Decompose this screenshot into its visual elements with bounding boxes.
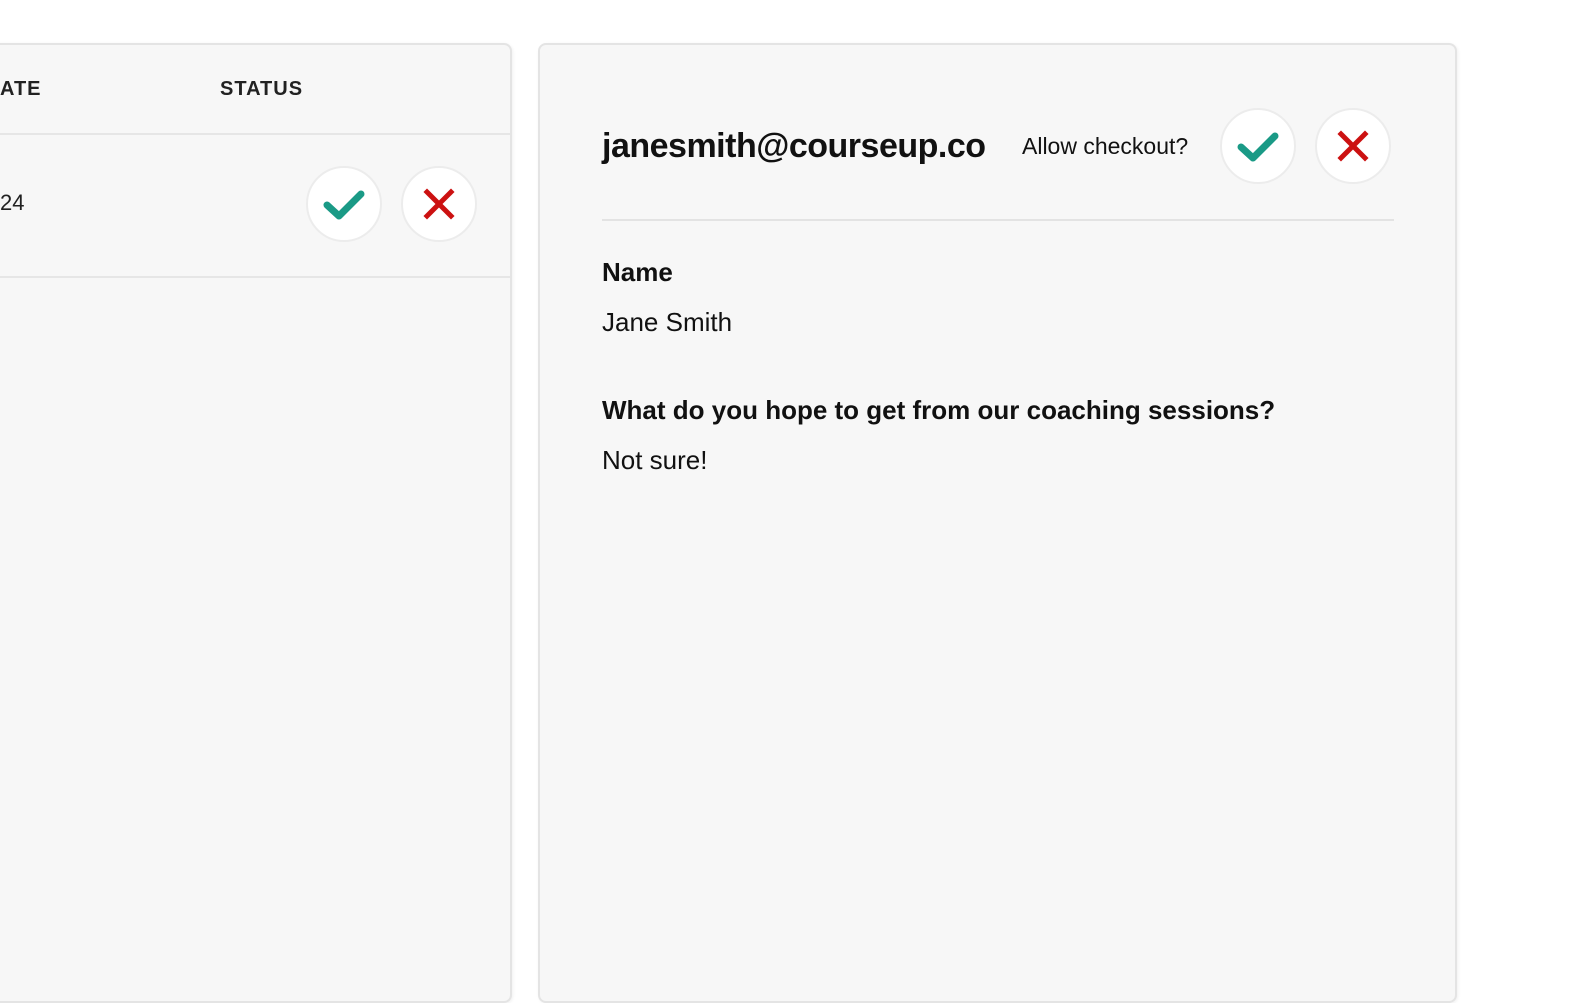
allow-checkout-approve-button[interactable]: [1220, 108, 1296, 184]
name-field-label: Name: [602, 257, 673, 287]
date-cell: 24: [0, 190, 25, 215]
column-header-status[interactable]: STATUS: [220, 78, 303, 101]
checkmark-icon: [1237, 132, 1279, 162]
reject-button[interactable]: [401, 166, 477, 242]
approve-button[interactable]: [306, 166, 382, 242]
x-icon: [423, 188, 455, 220]
question-field-label: What do you hope to get from our coachin…: [602, 395, 1276, 425]
question-field-value: Not sure!: [602, 445, 708, 475]
table-header: ATE STATUS: [0, 45, 510, 135]
table-row[interactable]: 24: [0, 133, 510, 278]
allow-checkout-reject-button[interactable]: [1315, 108, 1391, 184]
x-icon: [1337, 130, 1369, 162]
name-field-value: Jane Smith: [602, 307, 733, 337]
requests-table-panel: ATE STATUS 24: [0, 43, 512, 1003]
column-header-date[interactable]: ATE: [0, 78, 42, 101]
request-detail-panel: janesmith@courseup.co Allow checkout? Na…: [538, 43, 1457, 1003]
applicant-email: janesmith@courseup.co: [602, 127, 986, 165]
checkmark-icon: [323, 190, 365, 220]
detail-header: janesmith@courseup.co Allow checkout?: [602, 45, 1394, 221]
allow-checkout-label: Allow checkout?: [1022, 133, 1189, 159]
